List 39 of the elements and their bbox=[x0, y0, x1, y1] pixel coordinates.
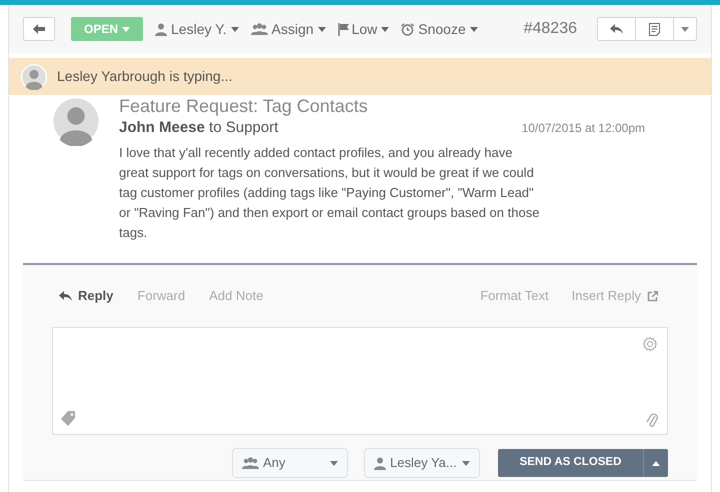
caret-icon bbox=[462, 461, 470, 466]
settings-icon bbox=[642, 336, 658, 352]
caret-icon bbox=[381, 26, 390, 32]
caret-up-icon bbox=[652, 460, 660, 466]
alarm-clock-icon bbox=[401, 22, 414, 36]
assign-dropdown[interactable]: Assign bbox=[250, 18, 326, 40]
conversation-title: Feature Request: Tag Contacts bbox=[119, 96, 369, 116]
person-icon bbox=[374, 456, 386, 470]
paperclip-icon bbox=[646, 411, 658, 428]
back-arrow-icon bbox=[33, 24, 45, 34]
tag-icon bbox=[61, 411, 76, 426]
message-date: 10/07/2015 at 12:00pm bbox=[522, 120, 645, 137]
back-button[interactable] bbox=[23, 17, 55, 41]
user-dropdown[interactable]: Lesley Ya... bbox=[364, 448, 480, 478]
priority-dropdown[interactable]: Low bbox=[338, 18, 390, 40]
reply-icon bbox=[59, 291, 72, 301]
snooze-dropdown[interactable]: Snooze bbox=[401, 18, 478, 40]
assignee-dropdown[interactable]: Lesley Y. bbox=[155, 18, 239, 40]
avatar bbox=[51, 96, 101, 146]
caret-icon bbox=[230, 26, 239, 32]
team-dropdown[interactable]: Any bbox=[232, 448, 348, 478]
message-body: I love that y'all recently added contact profiles, and you already have great support for tags on conversations, but it would be great if we could tag customer profiles (adding tags like "Paying Customer", "Warm Lead" or "Raving Fan") and then export or email contact groups based on those tags. bbox=[119, 144, 540, 242]
typing-text: Lesley Yarbrough is typing... bbox=[57, 67, 232, 86]
avatar bbox=[21, 64, 47, 90]
flag-icon bbox=[338, 22, 349, 36]
group-icon bbox=[242, 457, 259, 469]
note-icon bbox=[649, 22, 660, 36]
person-icon bbox=[155, 22, 168, 36]
reply-icon bbox=[610, 24, 623, 34]
ticket-number: #48236 bbox=[524, 19, 577, 39]
group-icon bbox=[250, 23, 268, 35]
caret-icon bbox=[330, 461, 338, 466]
reply-tab[interactable]: Reply bbox=[59, 286, 114, 306]
caret-icon bbox=[470, 26, 478, 32]
caret-icon bbox=[681, 26, 689, 32]
external-link-icon bbox=[647, 290, 658, 302]
sender-line: John Meese to Support bbox=[119, 118, 278, 138]
caret-icon bbox=[122, 26, 130, 32]
caret-icon bbox=[318, 26, 326, 32]
